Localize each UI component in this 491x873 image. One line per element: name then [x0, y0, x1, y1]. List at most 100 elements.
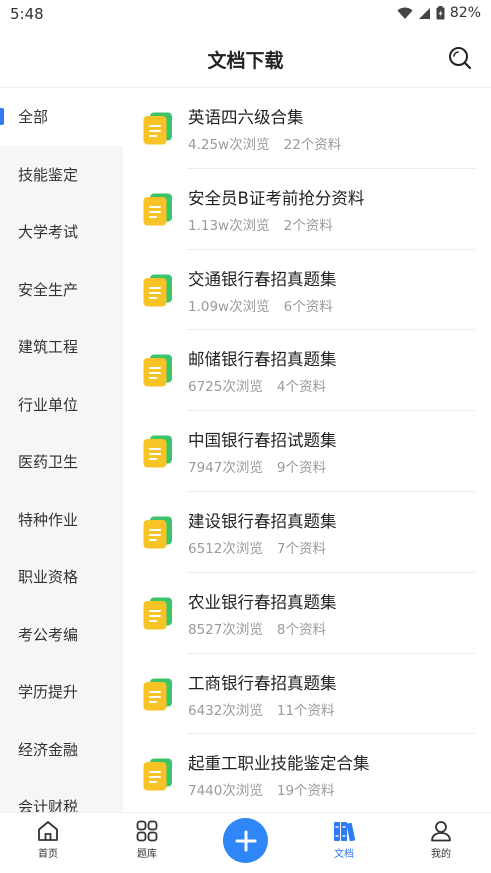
document-count: 8个资料 — [276, 621, 326, 638]
sidebar-item-professional-qualification[interactable]: 职业资格 — [0, 548, 123, 606]
document-meta: 6725次浏览 4个资料 — [188, 375, 326, 395]
sidebar-item-civil-service[interactable]: 考公考编 — [0, 606, 123, 664]
sidebar-item-special-operation[interactable]: 特种作业 — [0, 491, 123, 549]
document-meta: 6432次浏览 11个资料 — [188, 699, 335, 719]
document-title: 邮储银行春招真题集 — [188, 350, 337, 370]
bottom-navigation: 首页 题库 文档 我的 — [0, 812, 491, 873]
sidebar-item-label: 会计财税 — [18, 798, 79, 812]
sidebar-item-all[interactable]: 全部 — [0, 88, 123, 146]
search-button[interactable] — [447, 45, 473, 71]
nav-documents-label: 文档 — [334, 849, 354, 860]
document-meta: 7440次浏览 19个资料 — [188, 779, 335, 799]
document-title: 工商银行春招真题集 — [188, 673, 337, 693]
sidebar-item-label: 经济金融 — [18, 740, 79, 759]
sidebar-item-label: 考公考编 — [18, 625, 79, 644]
nav-home-label: 首页 — [38, 849, 58, 860]
document-meta: 1.13w次浏览 2个资料 — [188, 214, 333, 234]
document-views: 7947次浏览 — [188, 460, 263, 477]
sidebar-item-accounting-tax[interactable]: 会计财税 — [0, 778, 123, 812]
document-count: 22个资料 — [283, 137, 342, 153]
document-list: 英语四六级合集 4.25w次浏览 22个资料 安全员B证考前抢分资料 1.13w次… — [123, 88, 491, 812]
nav-documents[interactable]: 文档 — [314, 819, 374, 860]
document-views: 7440次浏览 — [188, 783, 263, 800]
document-icon — [143, 354, 172, 387]
document-views: 1.09w次浏览 — [188, 298, 270, 315]
sidebar-item-safety-production[interactable]: 安全生产 — [0, 261, 123, 319]
sidebar-item-medicine-health[interactable]: 医药卫生 — [0, 433, 123, 491]
document-list-item[interactable]: 工商银行春招真题集 6432次浏览 11个资料 — [123, 654, 491, 735]
nav-mine-label: 我的 — [431, 849, 451, 860]
sidebar-item-construction[interactable]: 建筑工程 — [0, 318, 123, 376]
document-views: 6512次浏览 — [188, 540, 263, 557]
nav-home[interactable]: 首页 — [18, 819, 78, 860]
document-icon — [143, 274, 172, 307]
document-icon — [143, 758, 172, 791]
sidebar-item-skill-appraisal[interactable]: 技能鉴定 — [0, 146, 123, 204]
sidebar-item-label: 医药卫生 — [18, 453, 79, 472]
document-meta: 4.25w次浏览 22个资料 — [188, 133, 341, 153]
nav-question-bank-label: 题库 — [137, 849, 157, 860]
sidebar-item-label: 行业单位 — [18, 395, 79, 414]
document-count: 6个资料 — [283, 298, 333, 315]
nav-question-bank[interactable]: 题库 — [117, 819, 177, 860]
document-meta: 1.09w次浏览 6个资料 — [188, 295, 333, 315]
document-list-item[interactable]: 建设银行春招真题集 6512次浏览 7个资料 — [123, 492, 491, 573]
document-title: 安全员B证考前抢分资料 — [188, 188, 365, 208]
sidebar-item-label: 大学考试 — [18, 223, 79, 242]
battery-icon — [436, 6, 445, 20]
document-title: 中国银行春招试题集 — [188, 431, 337, 451]
home-icon — [38, 821, 58, 841]
documents-books-icon — [334, 822, 356, 842]
document-list-item[interactable]: 农业银行春招真题集 8527次浏览 8个资料 — [123, 573, 491, 654]
sidebar-item-label: 建筑工程 — [18, 338, 79, 357]
sidebar-item-label: 职业资格 — [18, 568, 79, 587]
document-icon — [143, 112, 172, 145]
document-icon — [143, 193, 172, 226]
document-views: 6432次浏览 — [188, 702, 263, 719]
add-button[interactable] — [223, 818, 268, 863]
document-list-item[interactable]: 起重工职业技能鉴定合集 7440次浏览 19个资料 — [123, 734, 491, 812]
document-list-item[interactable]: 安全员B证考前抢分资料 1.13w次浏览 2个资料 — [123, 169, 491, 250]
document-views: 1.13w次浏览 — [188, 217, 270, 234]
document-meta: 7947次浏览 9个资料 — [188, 456, 326, 476]
document-count: 7个资料 — [276, 540, 326, 557]
document-list-item[interactable]: 交通银行春招真题集 1.09w次浏览 6个资料 — [123, 250, 491, 331]
document-count: 2个资料 — [283, 217, 333, 234]
document-icon — [143, 597, 172, 630]
sidebar-item-label: 技能鉴定 — [18, 165, 79, 184]
wifi-icon — [397, 7, 413, 19]
document-views: 4.25w次浏览 — [188, 137, 270, 153]
status-bar: 5:48 82% — [0, 0, 491, 30]
document-icon — [143, 435, 172, 468]
sidebar-item-label: 学历提升 — [18, 683, 79, 702]
sidebar-item-label: 安全生产 — [18, 280, 79, 299]
document-views: 8527次浏览 — [188, 621, 263, 638]
search-icon — [449, 47, 472, 70]
sidebar-item-economy-finance[interactable]: 经济金融 — [0, 721, 123, 779]
document-title: 农业银行春招真题集 — [188, 592, 337, 612]
battery-percent: 82% — [449, 5, 481, 21]
document-count: 19个资料 — [276, 783, 335, 800]
document-title: 建设银行春招真题集 — [188, 511, 337, 531]
user-icon — [431, 821, 451, 842]
document-title: 英语四六级合集 — [188, 108, 304, 127]
grid-icon — [136, 820, 158, 842]
page-title: 文档下载 — [207, 50, 284, 72]
document-list-item[interactable]: 英语四六级合集 4.25w次浏览 22个资料 — [123, 88, 491, 169]
document-list-item[interactable]: 邮储银行春招真题集 6725次浏览 4个资料 — [123, 330, 491, 411]
document-count: 4个资料 — [276, 379, 326, 396]
document-meta: 6512次浏览 7个资料 — [188, 537, 326, 557]
document-title: 起重工职业技能鉴定合集 — [188, 754, 370, 774]
sidebar-item-label: 全部 — [18, 108, 49, 127]
document-list-item[interactable]: 中国银行春招试题集 7947次浏览 9个资料 — [123, 411, 491, 492]
document-meta: 8527次浏览 8个资料 — [188, 618, 326, 638]
nav-mine[interactable]: 我的 — [411, 819, 471, 860]
status-icons: 82% — [397, 5, 481, 21]
sidebar-item-university-exam[interactable]: 大学考试 — [0, 203, 123, 261]
document-title: 交通银行春招真题集 — [188, 269, 337, 289]
document-icon — [143, 678, 172, 711]
status-time: 5:48 — [10, 5, 44, 23]
sidebar-item-industry-unit[interactable]: 行业单位 — [0, 376, 123, 434]
document-count: 9个资料 — [276, 460, 326, 477]
sidebar-item-education-upgrade[interactable]: 学历提升 — [0, 663, 123, 721]
